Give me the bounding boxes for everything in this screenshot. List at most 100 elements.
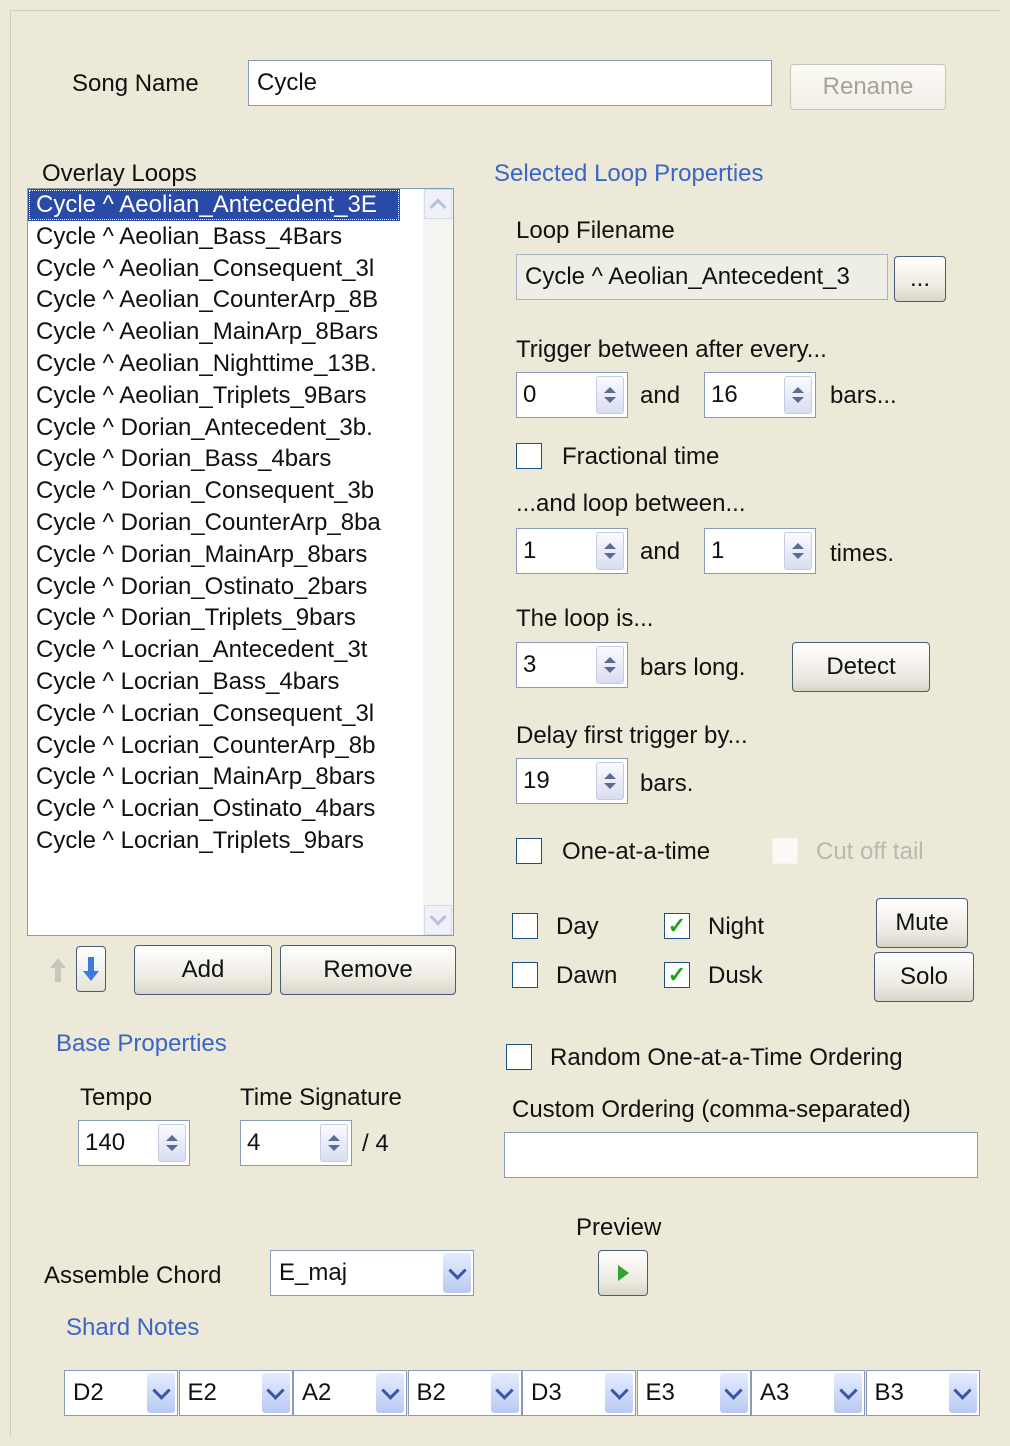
- dusk-checkbox[interactable]: ✓: [664, 962, 690, 988]
- list-item[interactable]: Cycle ^ Locrian_Antecedent_3t: [28, 634, 400, 666]
- add-button[interactable]: Add: [134, 945, 272, 995]
- and-label: and: [640, 382, 681, 409]
- chevron-down-icon[interactable]: [834, 1373, 862, 1413]
- list-item[interactable]: Cycle ^ Aeolian_Consequent_3l: [28, 253, 400, 285]
- spinner-arrows-icon[interactable]: [596, 376, 624, 414]
- browse-button[interactable]: ...: [894, 256, 946, 302]
- list-item[interactable]: Cycle ^ Locrian_Triplets_9bars: [28, 825, 400, 857]
- time-signature-value: 4: [247, 1129, 261, 1156]
- shard-note-select[interactable]: B2: [407, 1370, 522, 1416]
- trigger-min-spinner[interactable]: 0: [516, 372, 628, 418]
- chevron-down-icon[interactable]: [719, 1373, 748, 1413]
- loop-max-spinner[interactable]: 1: [704, 528, 816, 574]
- custom-ordering-input[interactable]: [504, 1132, 978, 1178]
- loop-length-value: 3: [523, 651, 537, 678]
- list-item[interactable]: Cycle ^ Dorian_Bass_4bars: [28, 443, 400, 475]
- list-item[interactable]: Cycle ^ Dorian_Consequent_3b: [28, 475, 400, 507]
- remove-button[interactable]: Remove: [280, 945, 456, 995]
- scroll-down-button[interactable]: [424, 905, 452, 935]
- chevron-down-icon[interactable]: [605, 1373, 633, 1413]
- loop-min-spinner[interactable]: 1: [516, 528, 628, 574]
- one-at-a-time-checkbox[interactable]: [516, 838, 542, 864]
- scroll-up-button[interactable]: [424, 189, 452, 219]
- random-ordering-checkbox[interactable]: [506, 1044, 532, 1070]
- chevron-down-icon[interactable]: [376, 1373, 404, 1413]
- shard-note-select[interactable]: D2: [64, 1370, 178, 1416]
- list-scrollbar[interactable]: [423, 189, 453, 935]
- list-item[interactable]: Cycle ^ Aeolian_Nighttime_13B.: [28, 348, 400, 380]
- list-item[interactable]: Cycle ^ Dorian_Antecedent_3b.: [28, 412, 400, 444]
- shard-note-select[interactable]: A3: [751, 1370, 865, 1416]
- chevron-down-icon[interactable]: [261, 1373, 290, 1413]
- move-down-button[interactable]: [76, 946, 106, 992]
- chevron-down-icon[interactable]: [948, 1373, 977, 1413]
- time-signature-spinner[interactable]: 4: [240, 1120, 352, 1166]
- time-signature-denominator: / 4: [362, 1130, 389, 1157]
- rename-button[interactable]: Rename: [790, 64, 946, 110]
- trigger-max-spinner[interactable]: 16: [704, 372, 816, 418]
- preview-label: Preview: [576, 1214, 662, 1241]
- loop-between-label: ...and loop between...: [516, 490, 746, 517]
- detect-button[interactable]: Detect: [792, 642, 930, 692]
- list-item[interactable]: Cycle ^ Locrian_CounterArp_8b: [28, 730, 400, 762]
- chord-select[interactable]: E_maj: [270, 1250, 474, 1296]
- list-item[interactable]: Cycle ^ Dorian_MainArp_8bars: [28, 539, 400, 571]
- shard-note-value: B2: [416, 1379, 446, 1406]
- list-item[interactable]: Cycle ^ Locrian_Ostinato_4bars: [28, 793, 400, 825]
- preview-play-button[interactable]: [598, 1250, 648, 1296]
- assemble-chord-label: Assemble Chord: [44, 1262, 222, 1289]
- list-item[interactable]: Cycle ^ Locrian_Bass_4bars: [28, 666, 400, 698]
- shard-note-select[interactable]: A2: [293, 1370, 407, 1416]
- tempo-value: 140: [85, 1129, 126, 1156]
- cut-off-tail-checkbox[interactable]: [772, 838, 798, 864]
- shard-note-select[interactable]: D3: [522, 1370, 636, 1416]
- list-item[interactable]: Cycle ^ Dorian_Ostinato_2bars: [28, 571, 400, 603]
- spinner-arrows-icon[interactable]: [596, 646, 624, 684]
- overlay-loops-list[interactable]: Cycle ^ Aeolian_Antecedent_3E Cycle ^ Aeo…: [27, 188, 454, 936]
- list-item[interactable]: Cycle ^ Locrian_MainArp_8bars: [28, 761, 400, 793]
- list-item[interactable]: Cycle ^ Dorian_CounterArp_8ba: [28, 507, 400, 539]
- song-name-label: Song Name: [72, 70, 199, 97]
- list-item[interactable]: Cycle ^ Aeolian_Antecedent_3E: [28, 189, 400, 221]
- chevron-down-icon[interactable]: [147, 1373, 175, 1413]
- spinner-arrows-icon[interactable]: [158, 1124, 186, 1162]
- trigger-min-value: 0: [523, 381, 537, 408]
- mute-button[interactable]: Mute: [876, 898, 968, 948]
- list-item[interactable]: Cycle ^ Dorian_Triplets_9bars: [28, 602, 400, 634]
- shard-note-select[interactable]: E3: [636, 1370, 751, 1416]
- spinner-arrows-icon[interactable]: [784, 532, 812, 570]
- spinner-arrows-icon[interactable]: [320, 1124, 348, 1162]
- chevron-down-icon[interactable]: [443, 1253, 471, 1293]
- list-item[interactable]: Cycle ^ Aeolian_Bass_4Bars: [28, 221, 400, 253]
- day-checkbox[interactable]: [512, 913, 538, 939]
- shard-note-value: E2: [187, 1379, 217, 1406]
- move-up-button[interactable]: [44, 948, 72, 992]
- play-icon: [618, 1265, 629, 1281]
- spinner-arrows-icon[interactable]: [596, 532, 624, 570]
- checkmark-icon: ✓: [667, 962, 687, 987]
- times-label: times.: [830, 540, 895, 567]
- loop-filename-label: Loop Filename: [516, 217, 675, 244]
- and-label-2: and: [640, 538, 681, 565]
- delay-spinner[interactable]: 19: [516, 758, 628, 804]
- loop-list-items: Cycle ^ Aeolian_Antecedent_3E Cycle ^ Aeo…: [28, 189, 453, 857]
- night-checkbox[interactable]: ✓: [664, 913, 690, 939]
- shard-note-select[interactable]: E2: [178, 1370, 293, 1416]
- solo-button[interactable]: Solo: [874, 952, 974, 1002]
- overlay-loops-label: Overlay Loops: [42, 160, 197, 187]
- fractional-time-checkbox[interactable]: [516, 443, 542, 469]
- tempo-spinner[interactable]: 140: [78, 1120, 190, 1166]
- list-item[interactable]: Cycle ^ Aeolian_MainArp_8Bars: [28, 316, 400, 348]
- list-item[interactable]: Cycle ^ Locrian_Consequent_3l: [28, 698, 400, 730]
- spinner-arrows-icon[interactable]: [784, 376, 812, 414]
- day-label: Day: [556, 913, 599, 940]
- loop-length-spinner[interactable]: 3: [516, 642, 628, 688]
- dawn-checkbox[interactable]: [512, 962, 538, 988]
- song-name-input[interactable]: Cycle: [248, 60, 772, 106]
- list-item[interactable]: Cycle ^ Aeolian_Triplets_9Bars: [28, 380, 400, 412]
- shard-note-select[interactable]: B3: [865, 1370, 980, 1416]
- loop-filename-field[interactable]: Cycle ^ Aeolian_Antecedent_3: [516, 254, 888, 300]
- chevron-down-icon[interactable]: [490, 1373, 519, 1413]
- list-item[interactable]: Cycle ^ Aeolian_CounterArp_8B: [28, 284, 400, 316]
- spinner-arrows-icon[interactable]: [596, 762, 624, 800]
